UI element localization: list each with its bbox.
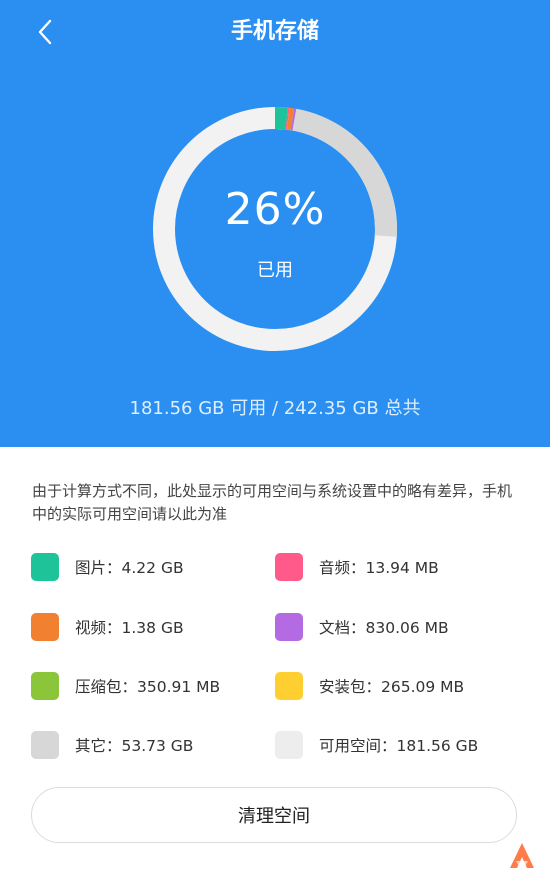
- legend-label: 图片：4.22 GB: [75, 559, 184, 577]
- legend-label: 其它：53.73 GB: [75, 737, 194, 755]
- used-label: 已用: [257, 260, 293, 281]
- calculation-note: 由于计算方式不同，此处显示的可用空间与系统设置中的略有差异，手机中的实际可用空间…: [32, 482, 513, 523]
- legend-item: 视频：1.38 GB: [31, 612, 184, 642]
- storage-header: 手机存储 26% 已用 181.56 GB 可用 / 242.35 GB 总共: [0, 0, 550, 447]
- legend-label: 可用空间：181.56 GB: [319, 737, 479, 755]
- legend-label: 安装包：265.09 MB: [319, 678, 465, 696]
- legend-swatch: [275, 731, 303, 759]
- legend-label: 音频：13.94 MB: [319, 559, 439, 577]
- legend-swatch: [31, 553, 59, 581]
- legend-swatch: [31, 613, 59, 641]
- app-logo-icon: [510, 843, 534, 868]
- legend-item: 其它：53.73 GB: [31, 730, 193, 760]
- legend-item: 可用空间：181.56 GB: [275, 730, 478, 760]
- storage-ring: 26% 已用: [150, 104, 400, 354]
- legend-label: 视频：1.38 GB: [75, 619, 184, 637]
- storage-summary: 181.56 GB 可用 / 242.35 GB 总共: [129, 398, 421, 419]
- legend-label: 压缩包：350.91 MB: [75, 678, 221, 696]
- legend-swatch: [31, 672, 59, 700]
- clean-space-button[interactable]: 清理空间: [31, 787, 517, 843]
- legend-swatch: [275, 672, 303, 700]
- legend-item: 文档：830.06 MB: [275, 612, 449, 642]
- legend-swatch: [31, 731, 59, 759]
- legend-item: 压缩包：350.91 MB: [31, 671, 220, 701]
- legend-swatch: [275, 553, 303, 581]
- legend-item: 图片：4.22 GB: [31, 552, 184, 582]
- legend-item: 音频：13.94 MB: [275, 552, 439, 582]
- legend-label: 文档：830.06 MB: [319, 619, 449, 637]
- used-percent: 26%: [224, 184, 326, 235]
- page-title: 手机存储: [230, 19, 319, 44]
- legend-swatch: [275, 613, 303, 641]
- legend-item: 安装包：265.09 MB: [275, 671, 464, 701]
